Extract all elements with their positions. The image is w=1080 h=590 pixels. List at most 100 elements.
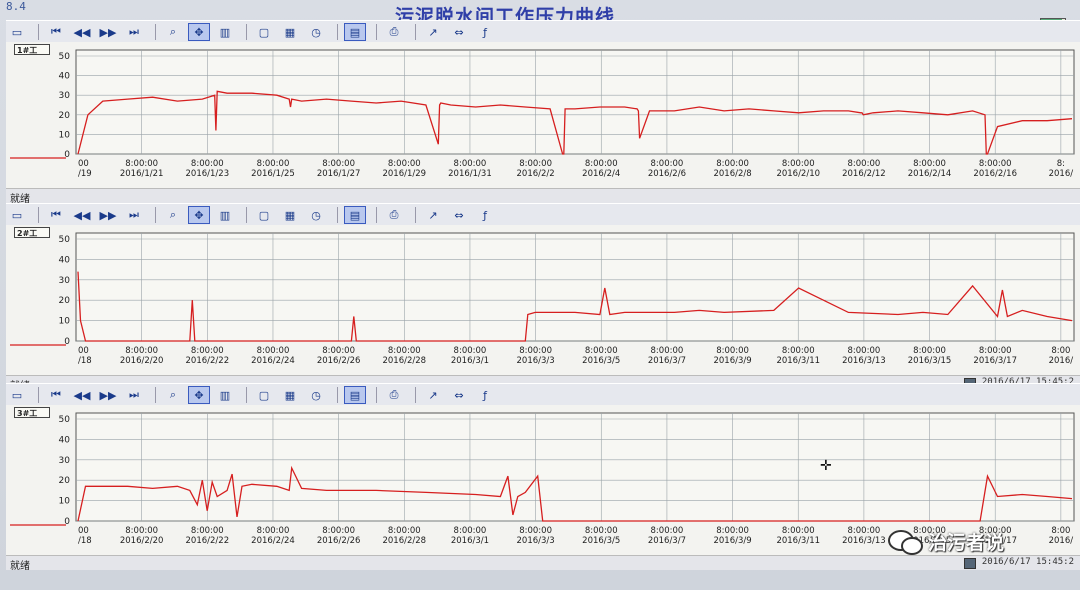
first-icon[interactable]: ⏮ xyxy=(45,386,67,404)
x-tick-date: 2016/2/28 xyxy=(382,356,426,366)
fx-icon[interactable]: ƒ xyxy=(474,206,496,224)
x-tick-date: 2016/1/25 xyxy=(251,169,295,179)
table-icon[interactable]: ▤ xyxy=(344,386,366,404)
page-icon[interactable]: ▭ xyxy=(6,206,28,224)
first-icon[interactable]: ⏮ xyxy=(45,206,67,224)
prev-icon[interactable]: ◀◀ xyxy=(71,206,93,224)
cursor-icon[interactable]: ↗ xyxy=(422,386,444,404)
x-tick-time: 8:00:00 xyxy=(191,159,224,169)
x-tick-label-first: 00/19 xyxy=(78,159,92,179)
print-icon[interactable]: ⎙ xyxy=(383,206,405,224)
grid-icon[interactable]: ▦ xyxy=(279,386,301,404)
y-tick-label: 40 xyxy=(59,72,71,82)
x-tick-time: 8:00:00 xyxy=(519,159,552,169)
x-tick-date: 2016/2/20 xyxy=(120,536,164,546)
toolbar-separator xyxy=(337,24,338,40)
page-icon[interactable]: ▭ xyxy=(6,23,28,41)
zoom-icon[interactable]: ⌕ xyxy=(162,386,184,404)
zoom-icon[interactable]: ⌕ xyxy=(162,206,184,224)
x-tick-time: 8:00:00 xyxy=(257,526,290,536)
x-tick-time: 8:00:00 xyxy=(454,159,487,169)
x-tick-time: 8:00:00 xyxy=(979,346,1012,356)
plot-frame xyxy=(75,232,1075,342)
pan-icon[interactable]: ✥ xyxy=(188,206,210,224)
grid-icon[interactable]: ▦ xyxy=(279,23,301,41)
cursor-icon[interactable]: ↗ xyxy=(422,206,444,224)
x-tick-date: 2016/3/1 xyxy=(451,536,489,546)
page-icon[interactable]: ▭ xyxy=(6,386,28,404)
x-tick-time: 8:00:00 xyxy=(782,346,815,356)
fx-icon[interactable]: ƒ xyxy=(474,23,496,41)
x-tick-date: 2016/3/1 xyxy=(451,356,489,366)
y-tick-label: 10 xyxy=(59,317,71,327)
toolbar-separator xyxy=(155,24,156,40)
window-icon[interactable]: ▢ xyxy=(253,23,275,41)
x-tick-time: 8:00:00 xyxy=(519,346,552,356)
x-tick-time: 8:00:00 xyxy=(388,346,421,356)
toolbar-separator xyxy=(246,207,247,223)
x-tick-date: 2016/3/3 xyxy=(517,536,555,546)
window-icon[interactable]: ▢ xyxy=(253,206,275,224)
x-tick-time: 8:00:00 xyxy=(585,526,618,536)
toolbar-separator xyxy=(38,24,39,40)
x-tick-date: 2016/1/29 xyxy=(382,169,426,179)
next-icon[interactable]: ▶▶ xyxy=(97,23,119,41)
x-tick-time: 8:00:00 xyxy=(651,526,684,536)
fx-icon[interactable]: ƒ xyxy=(474,386,496,404)
x-tick-date: 2016/2/10 xyxy=(776,169,820,179)
cursor-icon[interactable]: ↗ xyxy=(422,23,444,41)
bars-icon[interactable]: ▥ xyxy=(214,23,236,41)
x-tick-date: 2016/3/9 xyxy=(713,356,751,366)
clock-icon[interactable]: ◷ xyxy=(305,386,327,404)
fit-icon[interactable]: ⇔ xyxy=(448,206,470,224)
x-tick-time: 8:00:00 xyxy=(388,526,421,536)
x-tick-date: 2016/2/4 xyxy=(582,169,620,179)
clock-icon[interactable]: ◷ xyxy=(305,23,327,41)
status-text: 就绪 xyxy=(10,561,30,572)
x-tick-date: 2016/ xyxy=(1049,169,1074,179)
x-tick-time: 8:00:00 xyxy=(651,159,684,169)
last-icon[interactable]: ⏭ xyxy=(123,386,145,404)
y-tick-label: 10 xyxy=(59,130,71,140)
next-icon[interactable]: ▶▶ xyxy=(97,206,119,224)
table-icon[interactable]: ▤ xyxy=(344,206,366,224)
x-tick-time: 8:00:00 xyxy=(782,159,815,169)
pan-icon[interactable]: ✥ xyxy=(188,386,210,404)
grid-icon[interactable]: ▦ xyxy=(279,206,301,224)
x-tick-time: 8:00:00 xyxy=(191,346,224,356)
status-bar: 就绪 xyxy=(6,188,1080,205)
x-tick-time: 8:00:00 xyxy=(716,346,749,356)
last-icon[interactable]: ⏭ xyxy=(123,206,145,224)
window-icon[interactable]: ▢ xyxy=(253,386,275,404)
plot-area: 2#工 0 10 20 30 40 50 00/18 8:00:00 2016/2/20 8:00:… xyxy=(6,225,1080,375)
zoom-icon[interactable]: ⌕ xyxy=(162,23,184,41)
table-icon[interactable]: ▤ xyxy=(344,23,366,41)
y-tick-label: 30 xyxy=(59,91,71,101)
x-tick-date: 2016/3/7 xyxy=(648,356,686,366)
last-icon[interactable]: ⏭ xyxy=(123,23,145,41)
x-tick-date: 2016/1/21 xyxy=(120,169,164,179)
first-icon[interactable]: ⏮ xyxy=(45,23,67,41)
bars-icon[interactable]: ▥ xyxy=(214,206,236,224)
x-tick-time: 8:00:00 xyxy=(125,159,158,169)
x-tick-time: 8:00:00 xyxy=(848,159,881,169)
clock-icon[interactable]: ◷ xyxy=(305,206,327,224)
prev-icon[interactable]: ◀◀ xyxy=(71,386,93,404)
x-tick-label-first: 00/18 xyxy=(78,346,92,366)
toolbar-separator xyxy=(337,207,338,223)
x-tick-time: 8:00:00 xyxy=(585,346,618,356)
wechat-logo-icon xyxy=(888,528,923,555)
fit-icon[interactable]: ⇔ xyxy=(448,23,470,41)
status-timestamp: 2016/6/17 15:45:2 xyxy=(981,557,1074,567)
chart-toolbar: ▭ ⏮ ◀◀ ▶▶ ⏭ ⌕ ✥ ▥ ▢ ▦ ◷ ▤ ⎙ ↗ ⇔ ƒ xyxy=(6,203,1080,227)
trend-panel-2: ▭ ⏮ ◀◀ ▶▶ ⏭ ⌕ ✥ ▥ ▢ ▦ ◷ ▤ ⎙ ↗ ⇔ ƒ 2#工 0 10 20 30 40 50 00/18 8:0… xyxy=(6,203,1080,392)
bars-icon[interactable]: ▥ xyxy=(214,386,236,404)
pan-icon[interactable]: ✥ xyxy=(188,23,210,41)
y-tick-label: 50 xyxy=(59,415,71,425)
prev-icon[interactable]: ◀◀ xyxy=(71,23,93,41)
print-icon[interactable]: ⎙ xyxy=(383,386,405,404)
next-icon[interactable]: ▶▶ xyxy=(97,386,119,404)
x-tick-date: 2016/2/24 xyxy=(251,536,295,546)
print-icon[interactable]: ⎙ xyxy=(383,23,405,41)
fit-icon[interactable]: ⇔ xyxy=(448,386,470,404)
